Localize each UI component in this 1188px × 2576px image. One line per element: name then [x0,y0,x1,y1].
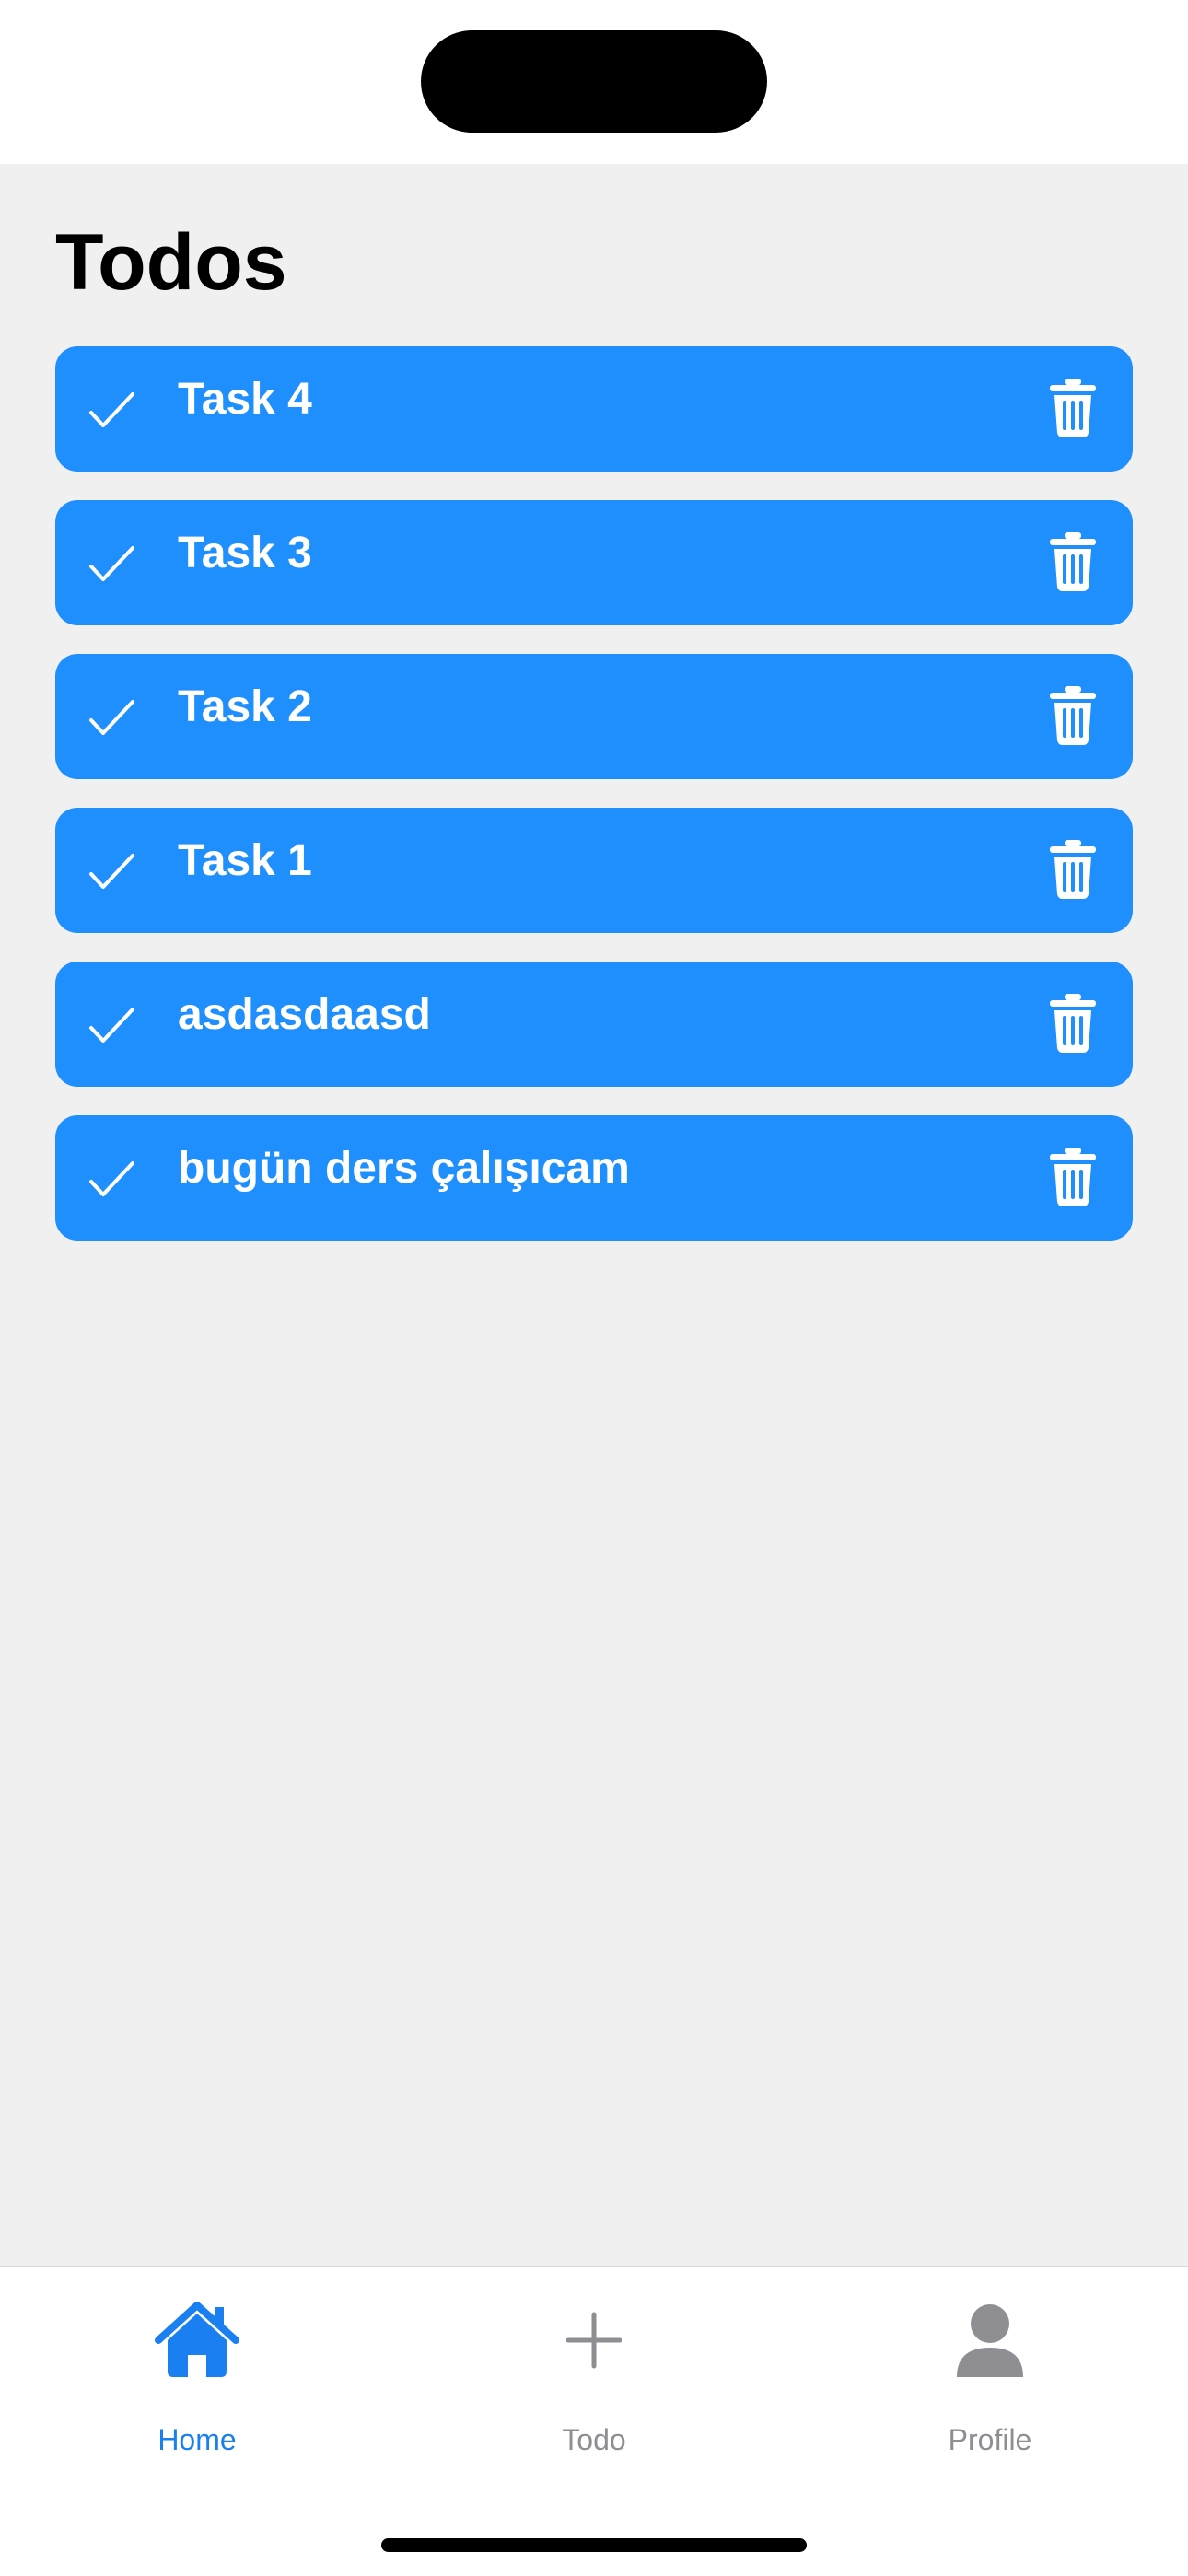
person-icon [957,2304,1023,2377]
todo-item[interactable]: bugün ders çalışıcam [55,1115,1133,1241]
tab-todo[interactable]: Todo [456,2267,732,2488]
todo-item[interactable]: Task 4 [55,346,1133,472]
todo-title: asdasdaasd [178,990,431,1039]
checkmark-icon[interactable] [88,1154,138,1204]
tab-bar: Home Todo Profile [0,2266,1188,2576]
todo-title: Task 2 [178,682,312,731]
tab-todo-label: Todo [562,2423,626,2456]
todo-item[interactable]: Task 3 [55,500,1133,625]
todo-item[interactable]: Task 2 [55,654,1133,779]
trash-icon[interactable] [1048,531,1098,592]
home-indicator [381,2538,807,2552]
todo-title: Task 3 [178,529,312,577]
todo-title: Task 1 [178,836,312,885]
tab-profile[interactable]: Profile [852,2267,1128,2488]
checkmark-icon[interactable] [88,846,138,896]
checkmark-icon[interactable] [88,539,138,589]
trash-icon[interactable] [1048,685,1098,746]
tab-profile-label: Profile [948,2423,1032,2456]
checkmark-icon[interactable] [88,385,138,435]
trash-icon[interactable] [1048,378,1098,438]
todo-item[interactable]: asdasdaasd [55,962,1133,1087]
page-title: Todos [55,218,287,307]
trash-icon[interactable] [1048,839,1098,900]
todo-item[interactable]: Task 1 [55,808,1133,933]
main-content: Todos Task 4 Task 3 Task 2 Task 1 asdasd… [0,164,1188,2266]
todo-title: Task 4 [178,375,312,424]
tab-home-label: Home [157,2423,237,2456]
house-icon [155,2302,239,2377]
todo-title: bugün ders çalışıcam [178,1144,630,1193]
plus-icon [566,2312,622,2369]
status-bar [0,0,1188,164]
todo-list: Task 4 Task 3 Task 2 Task 1 asdasdaasd b… [55,346,1133,1269]
tab-home[interactable]: Home [59,2267,335,2488]
checkmark-icon[interactable] [88,693,138,742]
trash-icon[interactable] [1048,1147,1098,1207]
trash-icon[interactable] [1048,993,1098,1054]
checkmark-icon[interactable] [88,1000,138,1050]
dynamic-island [421,30,767,133]
